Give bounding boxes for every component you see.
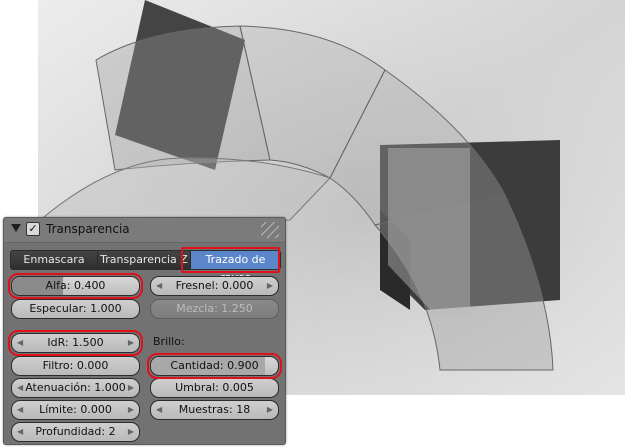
increment-arrow-icon[interactable]: ▶ — [128, 423, 134, 441]
filtro-field[interactable]: Filtro: 0.000 — [11, 356, 140, 376]
increment-arrow-icon[interactable]: ▶ — [128, 401, 134, 419]
cantidad-slider[interactable]: Cantidad: 0.900 — [150, 356, 279, 376]
ring-segment-left — [95, 25, 271, 171]
cantidad-label: Cantidad: 0.900 — [170, 359, 259, 372]
mezcla-field: Mezcla: 1.250 — [150, 299, 279, 319]
drag-grip-icon[interactable] — [261, 222, 279, 238]
increment-arrow-icon[interactable]: ▶ — [128, 379, 134, 397]
tab-trazado-de-rayos[interactable]: Trazado de rayos — [190, 250, 281, 284]
decrement-arrow-icon[interactable]: ◀ — [17, 401, 23, 419]
increment-arrow-icon[interactable]: ▶ — [128, 334, 134, 352]
decrement-arrow-icon[interactable]: ◀ — [17, 379, 23, 397]
panel-title: Transparencia — [46, 222, 130, 236]
alfa-label: Alfa: 0.400 — [45, 279, 106, 292]
umbral-field[interactable]: Umbral: 0.005 — [150, 378, 279, 398]
decrement-arrow-icon[interactable]: ◀ — [17, 334, 23, 352]
enable-checkbox[interactable]: ✓ — [26, 222, 40, 236]
atenuacion-field[interactable]: ◀ Atenuación: 1.000 ▶ — [11, 378, 140, 398]
fresnel-field[interactable]: ◀ Fresnel: 0.000 ▶ — [150, 276, 279, 296]
increment-arrow-icon[interactable]: ▶ — [267, 277, 273, 295]
idr-field[interactable]: ◀ IdR: 1.500 ▶ — [11, 333, 140, 353]
panel-header[interactable]: ✓ Transparencia — [4, 218, 285, 243]
collapse-arrow-icon[interactable] — [11, 224, 21, 232]
transparency-mode-tabs: Enmascara Transparencia Z Trazado de ray… — [10, 250, 281, 284]
transparency-panel: ✓ Transparencia Enmascara Transparencia … — [3, 217, 286, 445]
alfa-slider[interactable]: Alfa: 0.400 — [11, 276, 140, 296]
tab-transparencia-z[interactable]: Transparencia Z — [97, 250, 191, 270]
increment-arrow-icon[interactable]: ▶ — [267, 401, 273, 419]
decrement-arrow-icon[interactable]: ◀ — [17, 423, 23, 441]
tab-enmascara[interactable]: Enmascara — [10, 250, 98, 270]
brillo-label: Brillo: — [153, 335, 185, 348]
decrement-arrow-icon[interactable]: ◀ — [156, 401, 162, 419]
limite-field[interactable]: ◀ Límite: 0.000 ▶ — [11, 400, 140, 420]
especular-field[interactable]: Especular: 1.000 — [11, 299, 140, 319]
decrement-arrow-icon[interactable]: ◀ — [156, 277, 162, 295]
muestras-field[interactable]: ◀ Muestras: 18 ▶ — [150, 400, 279, 420]
profundidad-field[interactable]: ◀ Profundidad: 2 ▶ — [11, 422, 140, 442]
